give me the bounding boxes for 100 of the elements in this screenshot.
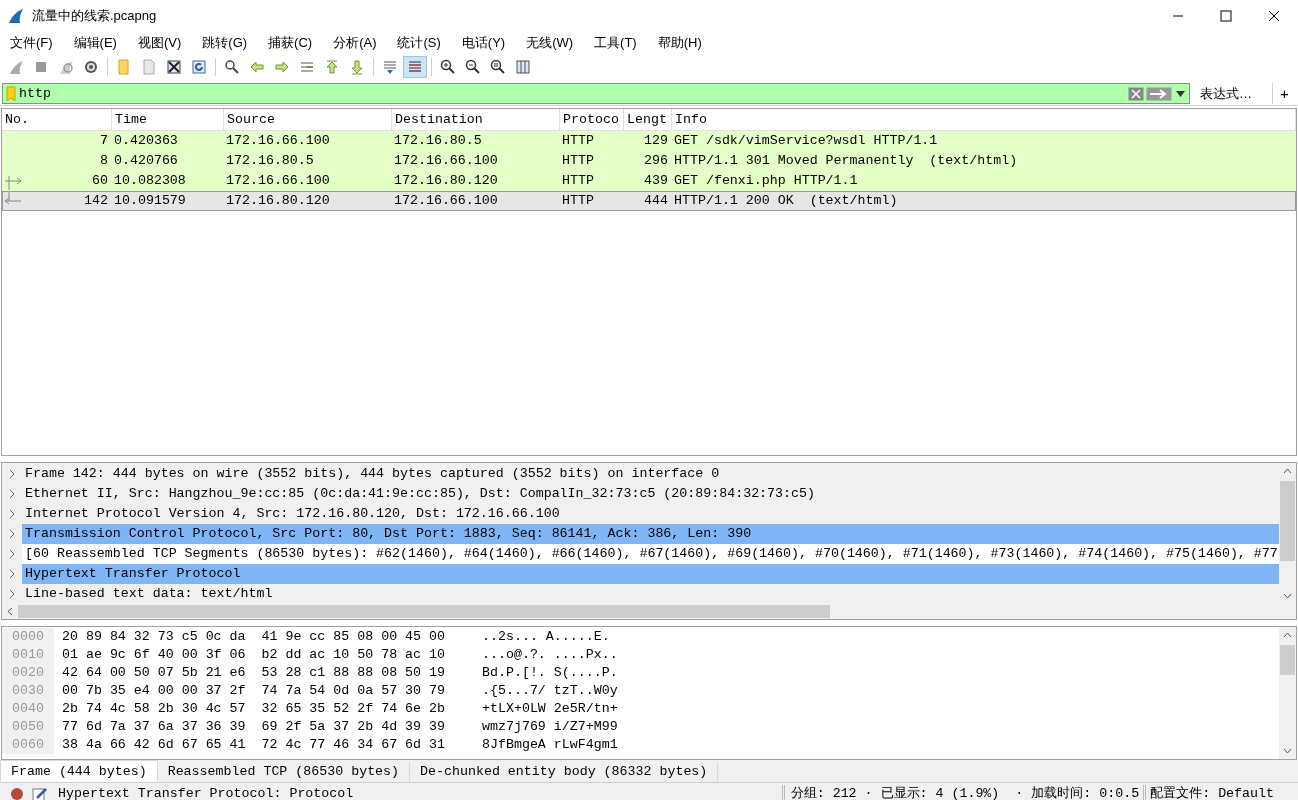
table-cell-text: GET /sdk/vimService?wsdl HTTP/1.1: [673, 132, 939, 150]
maximize-icon[interactable]: [1220, 10, 1232, 22]
expression-button[interactable]: 表达式…: [1194, 83, 1258, 104]
zoom-in-icon[interactable]: [440, 59, 456, 75]
field-info-text: Hypertext Transfer Protocol: Protocol: [58, 784, 355, 800]
restart-icon[interactable]: [58, 59, 74, 75]
table-cell-text: 8: [99, 152, 109, 170]
menu-item[interactable]: 跳转(G): [196, 33, 254, 53]
menu-item[interactable]: 文件(F): [4, 33, 59, 53]
load-time-text: · 加载时间: 0:0.5: [1015, 784, 1140, 800]
zoom-out-icon[interactable]: [465, 59, 481, 75]
column-header[interactable]: Time: [112, 109, 224, 130]
menu-item[interactable]: 帮助(H): [651, 33, 708, 53]
table-cell-text: 172.16.80.120: [225, 192, 331, 210]
shark-fin-icon: [8, 8, 24, 24]
window-title: 流量中的线索.pcapng: [32, 7, 157, 26]
byte-offset: 0010: [2, 646, 54, 664]
table-cell-text: 60: [91, 172, 109, 190]
table-cell-text: 172.16.66.100: [393, 152, 499, 170]
menu-item[interactable]: 视图(V): [131, 33, 188, 53]
byte-offset: 0040: [2, 700, 54, 718]
packet-row[interactable]: 142 10.091579 172.16.80.120 172.16.66.100 HTTP 444 HTTP/1.1 200 OK (text/html): [2, 191, 1296, 211]
tree-item[interactable]: Hypertext Transfer Protocol: [22, 564, 1279, 584]
menu-item[interactable]: 电话(Y): [455, 33, 512, 53]
dropdown-caret-icon[interactable]: [1176, 90, 1185, 97]
menu-item[interactable]: 工具(T): [588, 33, 643, 53]
menu-item[interactable]: 分析(A): [327, 33, 383, 53]
hex-bytes: 2b 74 4c 58 2b 30 4c 57 32 65 35 52 2f 74 6e 2b: [62, 700, 446, 719]
profile-text: 配置文件: Default: [1150, 784, 1274, 800]
shark-fin-icon[interactable]: [8, 59, 24, 75]
filter-text: http: [19, 84, 52, 103]
ascii-bytes: ...o@.?. ....Px..: [482, 646, 618, 665]
table-cell-text: 296: [643, 152, 669, 170]
up-arrow-icon[interactable]: [324, 59, 340, 75]
search-icon[interactable]: [224, 59, 240, 75]
scrollbar-thumb[interactable]: [18, 605, 830, 618]
menu-item[interactable]: 捕获(C): [262, 33, 319, 53]
table-cell-text: HTTP: [561, 152, 595, 170]
tree-item[interactable]: [60 Reassembled TCP Segments (86530 bytes): #62(1460), #64(1460), #66(1460), #67(1460), #69(1460), #70(1460), #71(1460), #73(1460), #74(1460), #75(1460), #77: [22, 544, 1279, 564]
table-cell-text: 172.16.80.120: [393, 172, 499, 190]
byte-offset: 0060: [2, 736, 54, 754]
packet-row[interactable]: 7 0.420363 172.16.66.100 172.16.80.5 HTTP 129 GET /sdk/vimService?wsdl HTTP/1.1: [2, 131, 1296, 151]
menu-item[interactable]: 编辑(E): [67, 33, 123, 53]
tab[interactable]: Frame (444 bytes): [0, 760, 158, 782]
column-header[interactable]: Source: [224, 109, 392, 130]
autoscroll-icon[interactable]: [382, 59, 398, 75]
table-cell-text: 444: [643, 192, 669, 210]
vertical-scrollbar[interactable]: [1279, 627, 1296, 759]
hex-bytes: 20 89 84 32 73 c5 0c da 41 9e cc 85 08 00 45 00: [62, 628, 446, 647]
table-cell-text: 0.420363: [113, 132, 179, 150]
packet-row[interactable]: 60 10.082308 172.16.66.100 172.16.80.120 HTTP 439 GET /fenxi.php HTTP/1.1: [2, 171, 1296, 191]
colored-lines-icon[interactable]: [407, 59, 423, 75]
hex-bytes: 01 ae 9c 6f 40 00 3f 06 b2 dd ac 10 50 78 ac 10: [62, 646, 446, 665]
packet-row[interactable]: 8 0.420766 172.16.80.5 172.16.66.100 HTTP 296 HTTP/1.1 301 Moved Permanently (text/html): [2, 151, 1296, 171]
scrollbar-thumb[interactable]: [1280, 645, 1295, 675]
ascii-bytes: ..2s... A.....E.: [482, 628, 610, 647]
stop-square-icon[interactable]: [33, 59, 49, 75]
table-cell-text: 172.16.80.5: [393, 132, 483, 150]
add-filter-button[interactable]: +: [1272, 83, 1296, 104]
ascii-bytes: Bd.P.[!. S(....P.: [482, 664, 618, 683]
clear-icon[interactable]: [1128, 86, 1144, 101]
table-cell-text: 7: [99, 132, 109, 150]
tree-item[interactable]: Transmission Control Protocol, Src Port: 80, Dst Port: 1883, Seq: 86141, Ack: 386, Len: 390: [22, 524, 1279, 544]
resize-columns-icon[interactable]: [515, 59, 531, 75]
ascii-bytes: +tLX+0LW 2e5R/tn+: [482, 700, 618, 719]
table-cell-text: 172.16.66.100: [225, 132, 331, 150]
expert-info-dot-icon[interactable]: [10, 786, 24, 800]
right-arrow-icon[interactable]: [274, 59, 290, 75]
byte-offset: 0050: [2, 718, 54, 736]
table-cell-text: HTTP: [561, 192, 595, 210]
byte-offset: 0000: [2, 628, 54, 646]
column-header[interactable]: Info: [672, 109, 1296, 130]
left-arrow-icon[interactable]: [249, 59, 265, 75]
reload-icon[interactable]: [191, 59, 207, 75]
filter-field[interactable]: http: [2, 83, 1190, 104]
gear-icon[interactable]: [83, 59, 99, 75]
menu-item[interactable]: 无线(W): [520, 33, 580, 53]
byte-offset: 0030: [2, 682, 54, 700]
close-file-icon[interactable]: [166, 59, 182, 75]
table-cell-text: HTTP/1.1 200 OK (text/html): [673, 192, 899, 210]
comment-pencil-icon[interactable]: [32, 785, 48, 800]
packet-count-text: 分组: 212 · 已显示: 4 (1.9%): [790, 784, 1000, 800]
column-header[interactable]: Protoco: [560, 109, 624, 130]
hex-bytes: 00 7b 35 e4 00 00 37 2f 74 7a 54 0d 0a 57 30 79: [62, 682, 446, 701]
scrollbar-thumb[interactable]: [1280, 481, 1295, 561]
down-arrow-icon[interactable]: [349, 59, 365, 75]
zoom-reset-icon[interactable]: [490, 59, 506, 75]
table-cell-text: HTTP: [561, 172, 595, 190]
menu-item[interactable]: 统计(S): [391, 33, 447, 53]
column-header[interactable]: Lengt: [624, 109, 672, 130]
column-header[interactable]: No.: [2, 109, 112, 130]
hex-bytes: 77 6d 7a 37 6a 37 36 39 69 2f 5a 37 2b 4d 39 39: [62, 718, 446, 737]
table-cell-text: HTTP: [561, 132, 595, 150]
hex-bytes: 42 64 00 50 07 5b 21 e6 53 28 c1 88 88 08 50 19: [62, 664, 446, 683]
goto-icon[interactable]: [299, 59, 315, 75]
close-icon[interactable]: [1268, 10, 1280, 22]
table-cell-text: 10.091579: [113, 192, 187, 210]
column-header[interactable]: Destination: [392, 109, 560, 130]
ascii-bytes: 8JfBmgeA rLwF4gm1: [482, 736, 618, 755]
table-cell-text: GET /fenxi.php HTTP/1.1: [673, 172, 859, 190]
